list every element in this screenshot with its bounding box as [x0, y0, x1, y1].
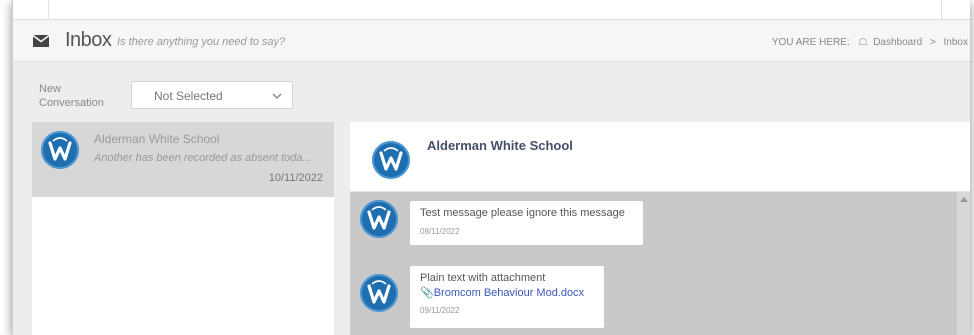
- divider: [48, 0, 49, 20]
- breadcrumb-dashboard[interactable]: Dashboard: [873, 37, 922, 48]
- avatar: [360, 200, 398, 238]
- breadcrumb-inbox[interactable]: Inbox: [944, 37, 968, 48]
- page-header: Inbox Is there anything you need to say?…: [13, 20, 970, 62]
- breadcrumb-separator: >: [929, 37, 936, 48]
- school-logo-icon: [367, 206, 391, 230]
- scroll-up-arrow-icon[interactable]: [960, 197, 968, 202]
- avatar: [41, 131, 79, 169]
- chevron-down-icon: [272, 93, 282, 99]
- page-title: Inbox: [65, 29, 112, 51]
- top-strip: [13, 0, 970, 20]
- conversation-date: 10/11/2022: [268, 172, 323, 184]
- scrollbar[interactable]: [957, 192, 970, 335]
- select-value: Not Selected: [154, 89, 223, 103]
- page-subtitle: Is there anything you need to say?: [117, 36, 286, 48]
- conversation-list: Alderman White School Another has been r…: [32, 122, 334, 335]
- school-logo-icon: [367, 280, 391, 304]
- message-bubble: Test message please ignore this message …: [410, 201, 643, 245]
- school-logo-icon: [379, 147, 403, 171]
- app-frame: Inbox Is there anything you need to say?…: [12, 0, 970, 335]
- attachment-link[interactable]: 📎Bromcom Behaviour Mod.docx: [420, 286, 594, 299]
- chat-header: Alderman White School: [350, 122, 970, 192]
- new-conversation-select[interactable]: Not Selected: [131, 81, 293, 109]
- avatar: [360, 274, 398, 312]
- attachment-name: Bromcom Behaviour Mod.docx: [433, 287, 585, 299]
- message-text: Test message please ignore this message: [420, 207, 625, 219]
- conversation-item[interactable]: Alderman White School Another has been r…: [32, 122, 334, 197]
- avatar: [372, 141, 410, 179]
- chat-title: Alderman White School: [427, 138, 573, 153]
- breadcrumb: YOU ARE HERE: ☖ Dashboard > Inbox: [772, 37, 968, 48]
- new-conversation-label: New Conversation: [39, 83, 104, 109]
- divider: [941, 0, 942, 20]
- conversation-preview: Another has been recorded as absent toda…: [94, 152, 312, 164]
- paperclip-icon: 📎: [420, 287, 434, 299]
- breadcrumb-prefix: YOU ARE HERE:: [771, 37, 850, 48]
- message-bubble: Plain text with attachment 📎Bromcom Beha…: [410, 266, 604, 328]
- message-date: 09/11/2022: [420, 306, 460, 315]
- envelope-icon: [33, 35, 49, 47]
- conversation-name: Alderman White School: [94, 132, 220, 146]
- chat-panel: Alderman White School Test message pleas…: [350, 122, 970, 335]
- message-thread: Test message please ignore this message …: [350, 192, 970, 335]
- message-date: 08/11/2022: [420, 227, 460, 236]
- school-logo-icon: [48, 137, 72, 161]
- home-icon: ☖: [858, 37, 868, 48]
- message-text: Plain text with attachment: [420, 272, 546, 284]
